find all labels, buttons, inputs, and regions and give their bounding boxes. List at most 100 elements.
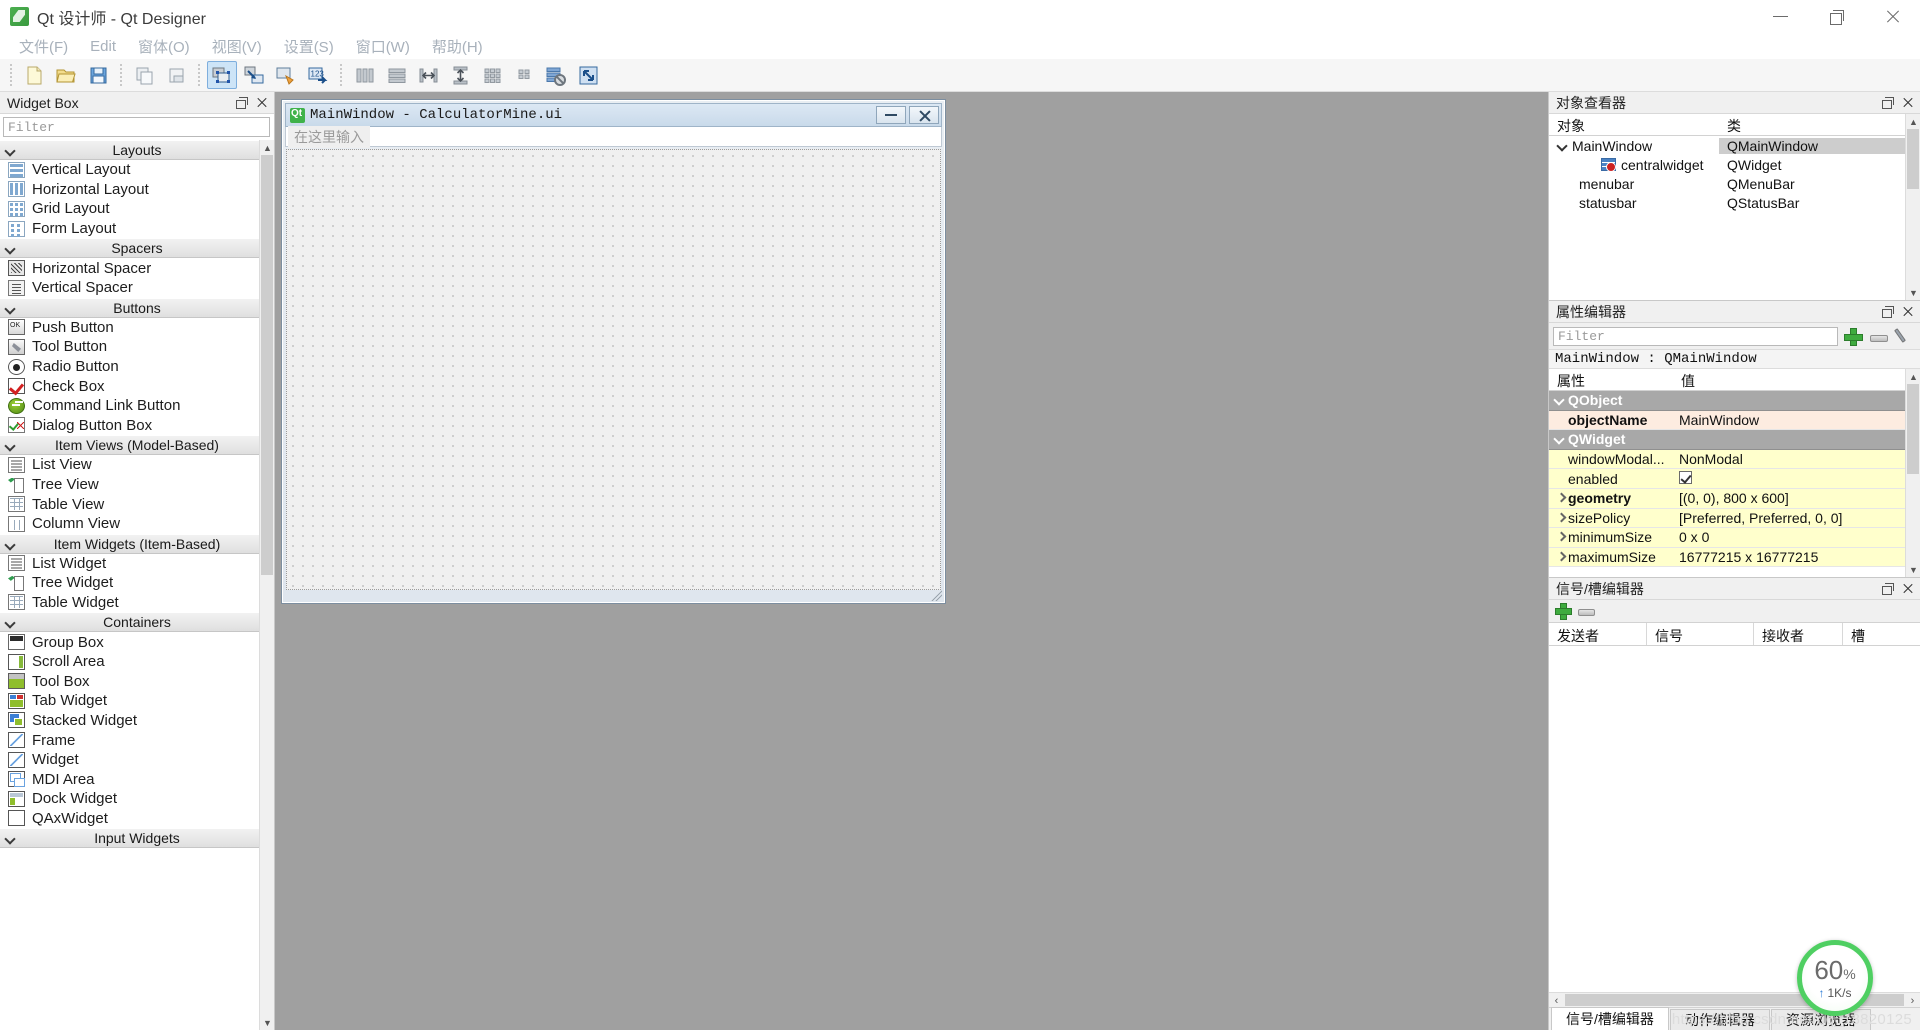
widget-box-filter-input[interactable] xyxy=(3,117,270,137)
enabled-checkbox[interactable] xyxy=(1679,470,1692,484)
column-header-class[interactable]: 类 xyxy=(1719,114,1905,135)
close-button[interactable] xyxy=(1864,0,1920,34)
tab-signal-slot-editor[interactable]: 信号/槽编辑器 xyxy=(1551,1007,1669,1030)
form-menu-bar[interactable]: 在这里输入 xyxy=(285,125,942,148)
menu-file[interactable]: 文件(F) xyxy=(8,34,79,59)
widget-category-item-views-model-based[interactable]: Item Views (Model-Based) xyxy=(0,435,274,456)
add-connection-icon[interactable] xyxy=(1553,602,1573,620)
object-inspector-vscrollbar[interactable]: ▲ ▼ xyxy=(1905,114,1920,300)
property-row[interactable]: geometry [(0, 0), 800 x 600] xyxy=(1549,488,1905,509)
scroll-down-arrow-icon[interactable]: ▼ xyxy=(1906,562,1920,577)
widget-category-input-widgets[interactable]: Input Widgets xyxy=(0,828,274,849)
layout-in-splitter-vertical-icon[interactable] xyxy=(445,61,475,89)
form-window[interactable]: MainWindow - CalculatorMine.ui 在这里输入 xyxy=(281,99,946,604)
object-tree-row[interactable]: centralwidget QWidget xyxy=(1549,155,1905,174)
widget-item-tab-widget[interactable]: Tab Widget xyxy=(0,691,274,711)
scroll-down-arrow-icon[interactable]: ▼ xyxy=(260,1015,274,1030)
edit-signals-slots-icon[interactable] xyxy=(239,61,269,89)
scroll-up-arrow-icon[interactable]: ▲ xyxy=(260,140,274,155)
edit-tab-order-icon[interactable]: 123 xyxy=(303,61,333,89)
widget-item-frame[interactable]: Frame xyxy=(0,730,274,750)
property-value-cell[interactable]: 16777215 x 16777215 xyxy=(1673,549,1905,565)
scroll-right-arrow-icon[interactable]: › xyxy=(1905,993,1920,1008)
property-editor-vscrollbar[interactable]: ▲ ▼ xyxy=(1905,369,1920,577)
widget-item-list-view[interactable]: List View xyxy=(0,455,274,475)
property-value-cell[interactable]: [(0, 0), 800 x 600] xyxy=(1673,490,1905,506)
widget-item-command-link-button[interactable]: Command Link Button xyxy=(0,396,274,416)
layout-vertically-icon[interactable] xyxy=(381,61,411,89)
property-group-row[interactable]: QWidget xyxy=(1549,430,1905,450)
widget-item-vertical-spacer[interactable]: Vertical Spacer xyxy=(0,278,274,298)
widget-item-horizontal-spacer[interactable]: Horizontal Spacer xyxy=(0,258,274,278)
form-editor-area[interactable]: MainWindow - CalculatorMine.ui 在这里输入 xyxy=(275,92,1548,1030)
scroll-up-arrow-icon[interactable]: ▲ xyxy=(1906,114,1920,129)
save-file-icon[interactable] xyxy=(83,61,113,89)
chevron-down-icon[interactable] xyxy=(1553,433,1566,445)
widget-item-mdi-area[interactable]: MDI Area xyxy=(0,769,274,789)
object-tree-row[interactable]: MainWindow QMainWindow xyxy=(1549,136,1905,155)
layout-form-icon[interactable] xyxy=(509,61,539,89)
paste-icon[interactable] xyxy=(161,61,191,89)
column-header-value[interactable]: 值 xyxy=(1673,369,1905,390)
widget-category-containers[interactable]: Containers xyxy=(0,612,274,633)
menu-settings[interactable]: 设置(S) xyxy=(273,34,345,59)
widget-item-radio-button[interactable]: Radio Button xyxy=(0,357,274,377)
property-row[interactable]: maximumSize 16777215 x 16777215 xyxy=(1549,547,1905,568)
object-inspector-float-button[interactable] xyxy=(1878,94,1896,112)
menu-form[interactable]: 窗体(O) xyxy=(127,34,201,59)
property-row[interactable]: minimumSize 0 x 0 xyxy=(1549,528,1905,548)
menu-view[interactable]: 视图(V) xyxy=(201,34,273,59)
property-row[interactable]: enabled xyxy=(1549,469,1905,489)
property-value-cell[interactable]: [Preferred, Preferred, 0, 0] xyxy=(1673,510,1905,526)
widget-item-table-view[interactable]: Table View xyxy=(0,494,274,514)
signal-slot-rows[interactable] xyxy=(1549,646,1920,992)
widget-box-close-button[interactable] xyxy=(252,94,270,112)
property-group-row[interactable]: QObject xyxy=(1549,391,1905,411)
column-header-slot[interactable]: 槽 xyxy=(1843,623,1920,645)
maximize-button[interactable] xyxy=(1808,0,1864,34)
layout-horizontally-icon[interactable] xyxy=(349,61,379,89)
form-close-button[interactable] xyxy=(909,106,939,124)
add-property-icon[interactable] xyxy=(1842,326,1864,346)
widget-item-form-layout[interactable]: Form Layout xyxy=(0,219,274,239)
scroll-thumb[interactable] xyxy=(261,155,273,575)
form-resize-grip[interactable] xyxy=(930,589,942,601)
widget-item-scroll-area[interactable]: Scroll Area xyxy=(0,652,274,672)
column-header-property[interactable]: 属性 xyxy=(1549,369,1673,390)
scroll-up-arrow-icon[interactable]: ▲ xyxy=(1906,369,1920,384)
widget-item-tree-view[interactable]: Tree View xyxy=(0,475,274,495)
object-tree-row[interactable]: menubar QMenuBar xyxy=(1549,174,1905,193)
property-editor-close-button[interactable] xyxy=(1898,303,1916,321)
edit-widgets-icon[interactable] xyxy=(207,61,237,89)
object-inspector-close-button[interactable] xyxy=(1898,94,1916,112)
column-header-object[interactable]: 对象 xyxy=(1549,114,1719,135)
property-value-cell[interactable]: 0 x 0 xyxy=(1673,529,1905,545)
column-header-signal[interactable]: 信号 xyxy=(1647,623,1754,645)
chevron-down-icon[interactable] xyxy=(1553,394,1566,406)
widget-item-tool-button[interactable]: Tool Button xyxy=(0,337,274,357)
edit-buddies-icon[interactable] xyxy=(271,61,301,89)
object-inspector-tree[interactable]: MainWindow QMainWindow centralwidget QWidge… xyxy=(1549,136,1905,300)
menu-window[interactable]: 窗口(W) xyxy=(345,34,421,59)
layout-in-splitter-horizontal-icon[interactable] xyxy=(413,61,443,89)
form-central-widget[interactable] xyxy=(286,149,941,590)
widget-item-grid-layout[interactable]: Grid Layout xyxy=(0,199,274,219)
chevron-right-icon[interactable] xyxy=(1555,512,1568,524)
widget-category-buttons[interactable]: Buttons xyxy=(0,297,274,318)
signal-slot-float-button[interactable] xyxy=(1878,580,1896,598)
layout-grid-icon[interactable] xyxy=(477,61,507,89)
form-menu-placeholder[interactable]: 在这里输入 xyxy=(288,125,370,148)
form-minimize-button[interactable] xyxy=(876,106,906,124)
menu-help[interactable]: 帮助(H) xyxy=(421,34,494,59)
widget-item-group-box[interactable]: Group Box xyxy=(0,632,274,652)
property-rows[interactable]: QObject objectName MainWindow QWidget window… xyxy=(1549,391,1905,577)
widget-box-scroll-area[interactable]: Layouts Vertical Layout Horizontal Layout G… xyxy=(0,140,274,1030)
widget-item-table-widget[interactable]: Table Widget xyxy=(0,593,274,613)
object-tree-row[interactable]: statusbar QStatusBar xyxy=(1549,193,1905,212)
widget-item-vertical-layout[interactable]: Vertical Layout xyxy=(0,160,274,180)
chevron-right-icon[interactable] xyxy=(1555,492,1568,504)
open-file-icon[interactable] xyxy=(51,61,81,89)
widget-item-list-widget[interactable]: List Widget xyxy=(0,554,274,574)
widget-item-qaxwidget[interactable]: QAxWidget xyxy=(0,809,274,829)
property-editor-float-button[interactable] xyxy=(1878,303,1896,321)
